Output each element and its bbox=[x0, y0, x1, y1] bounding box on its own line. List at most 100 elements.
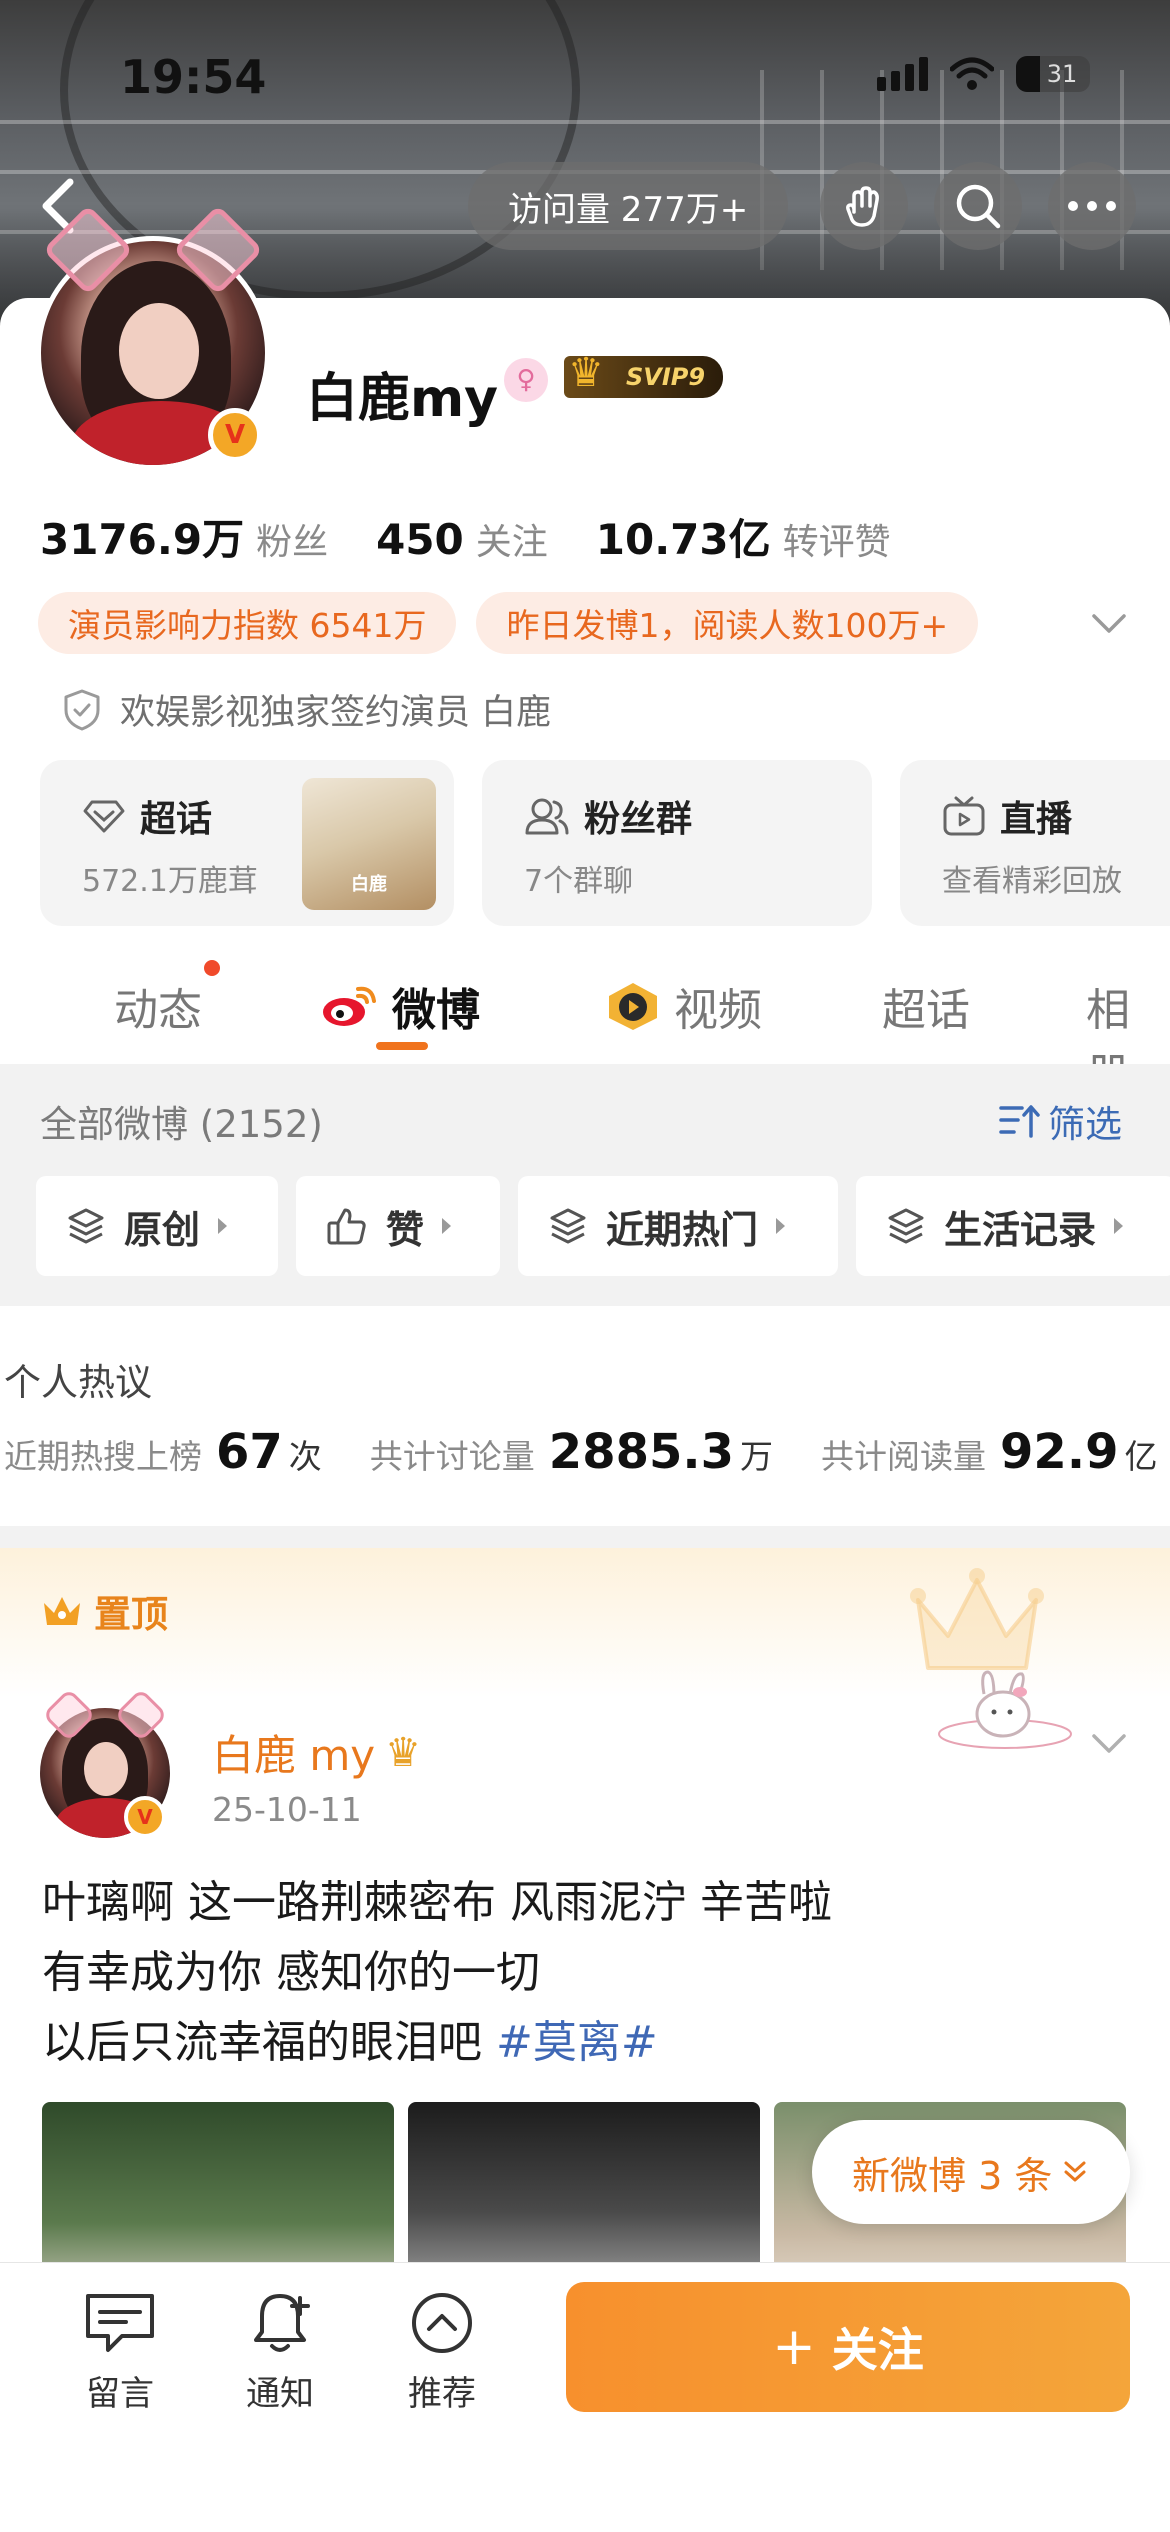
post-line: 有幸成为你 感知你的一切 bbox=[42, 1947, 540, 1998]
bunny-sticker-icon bbox=[938, 1670, 1072, 1749]
reads-unit: 亿 bbox=[1124, 1437, 1158, 1476]
certification-text: 欢娱影视独家签约演员 白鹿 bbox=[120, 693, 552, 733]
live-title: 直播 bbox=[1000, 799, 1073, 840]
group-icon bbox=[525, 798, 569, 835]
post-image[interactable] bbox=[408, 2102, 760, 2262]
following-label[interactable]: 关注 bbox=[476, 513, 548, 565]
post-author-name[interactable]: 白鹿 my ♛ bbox=[212, 1722, 421, 1783]
discussion-value: 2885.3 bbox=[548, 1424, 735, 1480]
double-chevron-down-icon bbox=[1064, 2161, 1086, 2182]
engagement-label: 转评赞 bbox=[782, 522, 891, 563]
influence-tag[interactable]: 演员影响力指数 6541万 bbox=[38, 592, 457, 654]
post-line: 叶璃啊 这一路荆棘密布 风雨泥泞 辛苦啦 bbox=[42, 1877, 832, 1928]
diamond-icon bbox=[83, 800, 125, 833]
layers-icon bbox=[68, 1208, 104, 1244]
reads-label: 共计阅读量 bbox=[821, 1437, 987, 1476]
supertopic-title: 超话 bbox=[140, 799, 213, 840]
tab-feed[interactable]: 动态 bbox=[114, 974, 202, 1038]
profile-stats: 3176.9万 粉丝 450 关注 10.73亿 转评赞 bbox=[40, 506, 939, 567]
chevron-down-icon[interactable] bbox=[1086, 1720, 1132, 1766]
chip-trending[interactable]: 近期热门 bbox=[518, 1176, 838, 1276]
wifi-icon bbox=[950, 57, 994, 90]
supertopic-subtitle: 572.1万鹿茸 bbox=[82, 864, 258, 899]
verified-badge-icon: V bbox=[208, 408, 262, 462]
followers-count[interactable]: 3176.9万 bbox=[40, 506, 244, 567]
followers-label[interactable]: 粉丝 bbox=[256, 513, 328, 565]
hot-search-unit: 次 bbox=[288, 1437, 322, 1476]
supertopic-thumbnail: 白鹿 bbox=[302, 778, 436, 910]
chat-bubble-icon bbox=[86, 2294, 154, 2352]
bell-plus-icon bbox=[254, 2294, 310, 2352]
hot-search-value: 67 bbox=[216, 1424, 283, 1480]
all-posts-count: 全部微博 (2152) bbox=[40, 1103, 323, 1146]
tab-weibo[interactable]: 微博 bbox=[320, 974, 480, 1038]
active-tab-indicator bbox=[376, 1042, 428, 1050]
chip-life-records[interactable]: 生活记录 bbox=[856, 1176, 1170, 1276]
shield-icon bbox=[64, 689, 100, 730]
notify-button[interactable]: 通知 bbox=[220, 2290, 340, 2415]
recommend-button[interactable]: 推荐 bbox=[382, 2290, 502, 2415]
section-divider bbox=[0, 1526, 1170, 1548]
chevron-down-icon[interactable] bbox=[1086, 600, 1132, 646]
layers-icon bbox=[888, 1208, 924, 1244]
feature-tiles: 超话 572.1万鹿茸 白鹿 粉丝群 7个群聊 直播 查看精彩回放 bbox=[40, 760, 1170, 926]
more-button[interactable] bbox=[1048, 162, 1136, 250]
fan-group-title: 粉丝群 bbox=[584, 799, 693, 840]
hot-search-label: 近期热搜上榜 bbox=[4, 1437, 202, 1476]
tab-supertopic[interactable]: 超话 bbox=[882, 974, 970, 1038]
status-time: 19:54 bbox=[120, 50, 267, 104]
discussion-label: 共计讨论量 bbox=[369, 1437, 535, 1476]
new-posts-button[interactable]: 新微博 3 条 bbox=[812, 2120, 1131, 2224]
search-icon bbox=[956, 184, 1001, 229]
thumbs-up-icon bbox=[327, 1208, 366, 1245]
status-icons: 31 bbox=[877, 56, 1090, 92]
signal-icon bbox=[877, 57, 928, 91]
reads-value: 92.9 bbox=[1000, 1424, 1119, 1480]
activity-tag[interactable]: 昨日发博1，阅读人数100万+ bbox=[476, 592, 979, 654]
filter-sort-icon bbox=[999, 1105, 1040, 1138]
following-count[interactable]: 450 bbox=[376, 515, 464, 564]
engagement-count: 10.73亿 bbox=[595, 515, 771, 564]
avatar[interactable]: V bbox=[36, 204, 270, 470]
post-image[interactable] bbox=[42, 2102, 394, 2262]
crown-icon: ♛ bbox=[568, 350, 604, 396]
svip-badge[interactable]: ♛ SVIP9 bbox=[564, 350, 724, 398]
female-icon: ♀ bbox=[504, 358, 548, 402]
filter-button[interactable]: 筛选 bbox=[998, 1094, 1122, 1148]
profile-tags: 演员影响力指数 6541万 昨日发博1，阅读人数100万+ bbox=[38, 592, 979, 654]
post-body: 叶璃啊 这一路荆棘密布 风雨泥泞 辛苦啦 有幸成为你 感知你的一切 以后只流幸福… bbox=[42, 1868, 832, 2078]
layers-icon bbox=[550, 1208, 586, 1244]
hand-wave-icon bbox=[846, 186, 879, 227]
verified-badge-icon: V bbox=[124, 1796, 166, 1838]
fan-group-tile[interactable]: 粉丝群 7个群聊 bbox=[482, 760, 872, 926]
supertopic-tile[interactable]: 超话 572.1万鹿茸 白鹿 bbox=[40, 760, 454, 926]
tab-video[interactable]: 视频 bbox=[604, 974, 762, 1038]
crown-icon: ♛ bbox=[385, 1729, 421, 1776]
tv-icon bbox=[943, 796, 985, 836]
chip-original[interactable]: 原创 bbox=[36, 1176, 278, 1276]
crown-icon bbox=[44, 1597, 80, 1625]
personal-heat-title: 个人热议 bbox=[4, 1361, 152, 1404]
search-button[interactable] bbox=[934, 162, 1022, 250]
message-button[interactable]: 留言 bbox=[60, 2290, 180, 2415]
post-date: 25-10-11 bbox=[212, 1790, 362, 1829]
visit-count-pill[interactable]: 访问量 277万+ bbox=[468, 162, 789, 250]
profile-name: 白鹿my bbox=[306, 369, 499, 429]
crown-decoration-icon bbox=[910, 1568, 1044, 1670]
chip-likes[interactable]: 赞 bbox=[296, 1176, 500, 1276]
follow-button[interactable]: + 关注 bbox=[566, 2282, 1130, 2412]
personal-heat-stats[interactable]: 近期热搜上榜 67 次 共计讨论量 2885.3 万 共计阅读量 92.9 亿 bbox=[4, 1424, 1170, 1480]
live-subtitle: 查看精彩回放 bbox=[942, 864, 1122, 899]
hashtag-link[interactable]: #莫离# bbox=[496, 2017, 658, 2068]
battery-icon: 31 bbox=[1016, 56, 1090, 92]
chevron-up-circle-icon bbox=[412, 2293, 472, 2353]
video-play-icon bbox=[609, 983, 657, 1030]
certification-line[interactable]: 欢娱影视独家签约演员 白鹿 bbox=[62, 684, 551, 735]
live-tile[interactable]: 直播 查看精彩回放 bbox=[900, 760, 1170, 926]
poke-button[interactable] bbox=[820, 162, 908, 250]
post-line: 以后只流幸福的眼泪吧 #莫离# bbox=[42, 2017, 658, 2068]
plus-icon: + bbox=[772, 2317, 816, 2377]
unread-dot bbox=[204, 960, 220, 976]
discussion-unit: 万 bbox=[740, 1437, 774, 1476]
pinned-label: 置顶 bbox=[40, 1584, 168, 1638]
